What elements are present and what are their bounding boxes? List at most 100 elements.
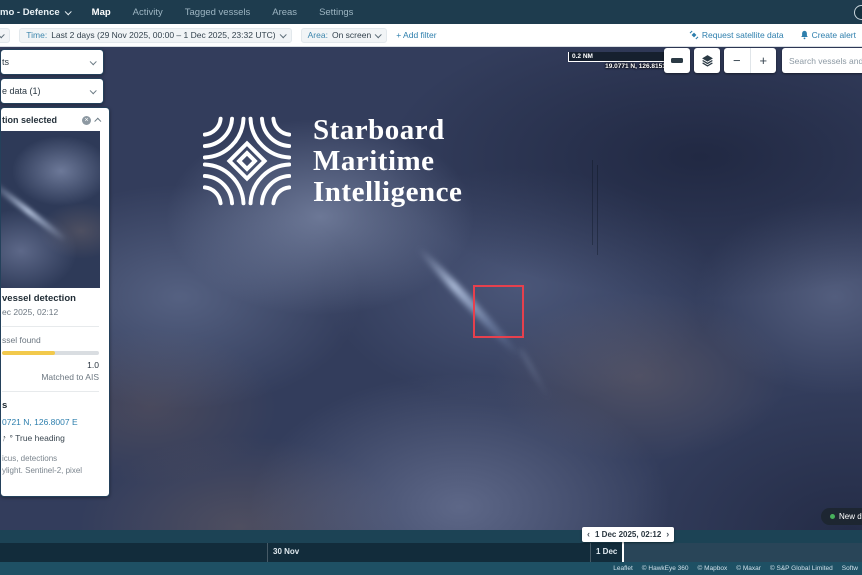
- watermark-line2: Maritime: [313, 146, 462, 177]
- chevron-down-icon: [279, 31, 286, 38]
- detection-source-line1: icus, detections: [2, 453, 99, 465]
- current-time-label: 1 Dec 2025, 02:12: [595, 530, 661, 539]
- attribution-hawkeye[interactable]: © HawkEye 360: [642, 565, 689, 572]
- tab-settings[interactable]: Settings: [319, 1, 353, 24]
- create-alert-button[interactable]: Create alert: [800, 30, 856, 40]
- cloud-wisp: [519, 348, 552, 401]
- search-input[interactable]: [782, 48, 862, 73]
- selected-detection-box[interactable]: [473, 285, 524, 338]
- top-navigation-bar: mo - Defence Map Activity Tagged vessels…: [0, 0, 862, 24]
- chevron-up-icon: [94, 117, 101, 124]
- details-heading: s: [2, 400, 99, 411]
- selection-header-label: tion selected: [2, 115, 57, 125]
- measure-icon: [671, 58, 683, 63]
- new-detections-button[interactable]: New d: [821, 508, 862, 525]
- attribution-maxar[interactable]: © Maxar: [736, 565, 761, 572]
- match-score-value: 1.0: [2, 360, 99, 370]
- request-satellite-data-button[interactable]: Request satellite data: [689, 30, 784, 40]
- previous-time-arrow[interactable]: [587, 530, 590, 539]
- green-dot-icon: [830, 514, 835, 519]
- attribution-software[interactable]: Softw: [842, 565, 858, 572]
- chevron-down-icon: [375, 31, 382, 38]
- detection-timestamp: ec 2025, 02:12: [2, 307, 99, 317]
- account-avatar[interactable]: [854, 5, 862, 20]
- activity-filter-dropdown[interactable]: ctivity: [0, 28, 10, 43]
- sidebar-panel-alerts[interactable]: ts: [0, 49, 104, 75]
- app-window: Starboard Maritime Intelligence 0.2 NM 1…: [0, 0, 862, 575]
- tab-tagged-vessels[interactable]: Tagged vessels: [185, 1, 250, 24]
- vessel-streak: [1, 180, 68, 243]
- imagery-seam-line: [597, 165, 598, 255]
- chevron-down-icon: [90, 87, 97, 94]
- match-score-caption: Matched to AIS: [2, 372, 99, 382]
- detection-details-panel: tion selected × vessel detection ec 2025…: [0, 107, 110, 497]
- timeline-tick-line: [590, 543, 591, 562]
- area-filter-value: On screen: [332, 30, 371, 40]
- create-alert-label: Create alert: [812, 30, 856, 40]
- detection-thumbnail: [1, 131, 100, 288]
- filter-chips: ctivity Time: Last 2 days (29 Nov 2025, …: [0, 28, 437, 43]
- watermark-line3: Intelligence: [313, 177, 462, 208]
- attribution-mapbox[interactable]: © Mapbox: [698, 565, 728, 572]
- org-switcher[interactable]: mo - Defence: [0, 7, 70, 18]
- timeline-future-region: [624, 543, 862, 562]
- detection-source-line2: ylight. Sentinel-2, pixel: [2, 465, 99, 477]
- bell-icon: [800, 30, 809, 40]
- attribution-leaflet[interactable]: Leaflet: [613, 565, 633, 572]
- chevron-down-icon: [64, 8, 71, 15]
- sidebar-panel-alerts-label: ts: [2, 57, 9, 67]
- heading-arrow-icon: ↑: [1, 433, 7, 444]
- filter-bar-actions: Request satellite data Create alert: [689, 24, 862, 46]
- detection-position-link[interactable]: 0721 N, 126.8007 E: [2, 417, 99, 427]
- map-scale-label: 0.2 NM: [569, 52, 671, 61]
- selection-header[interactable]: tion selected ×: [1, 108, 109, 131]
- time-filter-dropdown[interactable]: Time: Last 2 days (29 Nov 2025, 00:00 – …: [19, 28, 291, 43]
- divider: [2, 391, 99, 392]
- match-score-fill: [2, 351, 55, 355]
- timeline-current-time: 1 Dec 2025, 02:12: [582, 527, 674, 542]
- true-heading-row: ↑ ° True heading: [2, 433, 99, 443]
- satellite-icon: [689, 30, 699, 40]
- true-heading-text: ° True heading: [10, 433, 65, 443]
- timeline-tick-line: [267, 543, 268, 562]
- left-sidebar: ts e data (1) tion selected × vessel det…: [0, 49, 110, 500]
- chevron-down-icon: [90, 58, 97, 65]
- clear-selection-icon[interactable]: ×: [82, 116, 91, 125]
- area-filter-dropdown[interactable]: Area: On screen: [301, 28, 388, 43]
- starboard-watermark: Starboard Maritime Intelligence: [203, 113, 462, 209]
- tab-map[interactable]: Map: [92, 1, 111, 24]
- request-satellite-data-label: Request satellite data: [702, 30, 784, 40]
- match-score-bar: [2, 351, 99, 355]
- chevron-down-icon: [0, 31, 5, 38]
- imagery-seam-line: [592, 160, 593, 245]
- match-score-label: ssel found: [2, 335, 99, 345]
- timeline-tick-1dec: 1 Dec: [596, 547, 617, 556]
- map-scale-bar: 0.2 NM: [568, 52, 672, 62]
- cursor-coordinates: 19.0771 N, 126.8151 E: [568, 63, 672, 70]
- timeline-tick-30nov: 30 Nov: [273, 547, 299, 556]
- add-filter-button[interactable]: + Add filter: [396, 30, 436, 40]
- zoom-out-button[interactable]: −: [724, 48, 751, 73]
- filter-bar: ctivity Time: Last 2 days (29 Nov 2025, …: [0, 24, 862, 47]
- map-canvas[interactable]: Starboard Maritime Intelligence: [0, 47, 862, 575]
- org-label: mo - Defence: [0, 7, 60, 18]
- new-detections-label: New d: [839, 512, 862, 521]
- watermark-line1: Starboard: [313, 115, 462, 146]
- sidebar-panel-satellite-data[interactable]: e data (1): [0, 78, 104, 104]
- tab-activity[interactable]: Activity: [133, 1, 163, 24]
- next-time-arrow[interactable]: [666, 530, 669, 539]
- attribution-sp-global[interactable]: © S&P Global Limited: [770, 565, 833, 572]
- timeline-bar: 30 Nov 1 Dec 1 Dec 2025, 02:12: [0, 530, 862, 562]
- zoom-in-button[interactable]: +: [751, 48, 777, 73]
- time-filter-value: Last 2 days (29 Nov 2025, 00:00 – 1 Dec …: [51, 30, 275, 40]
- nav-tabs: Map Activity Tagged vessels Areas Settin…: [92, 1, 354, 24]
- map-attribution: Leaflet © HawkEye 360 © Mapbox © Maxar ©…: [0, 562, 862, 575]
- tab-areas[interactable]: Areas: [272, 1, 297, 24]
- measure-tool-button[interactable]: [664, 48, 690, 73]
- sidebar-panel-satellite-data-label: e data (1): [2, 86, 41, 96]
- layers-button[interactable]: [694, 48, 720, 73]
- time-filter-label: Time:: [26, 30, 47, 40]
- area-filter-label: Area:: [308, 30, 328, 40]
- zoom-control: − +: [724, 48, 776, 73]
- starboard-logo-icon: [203, 113, 291, 209]
